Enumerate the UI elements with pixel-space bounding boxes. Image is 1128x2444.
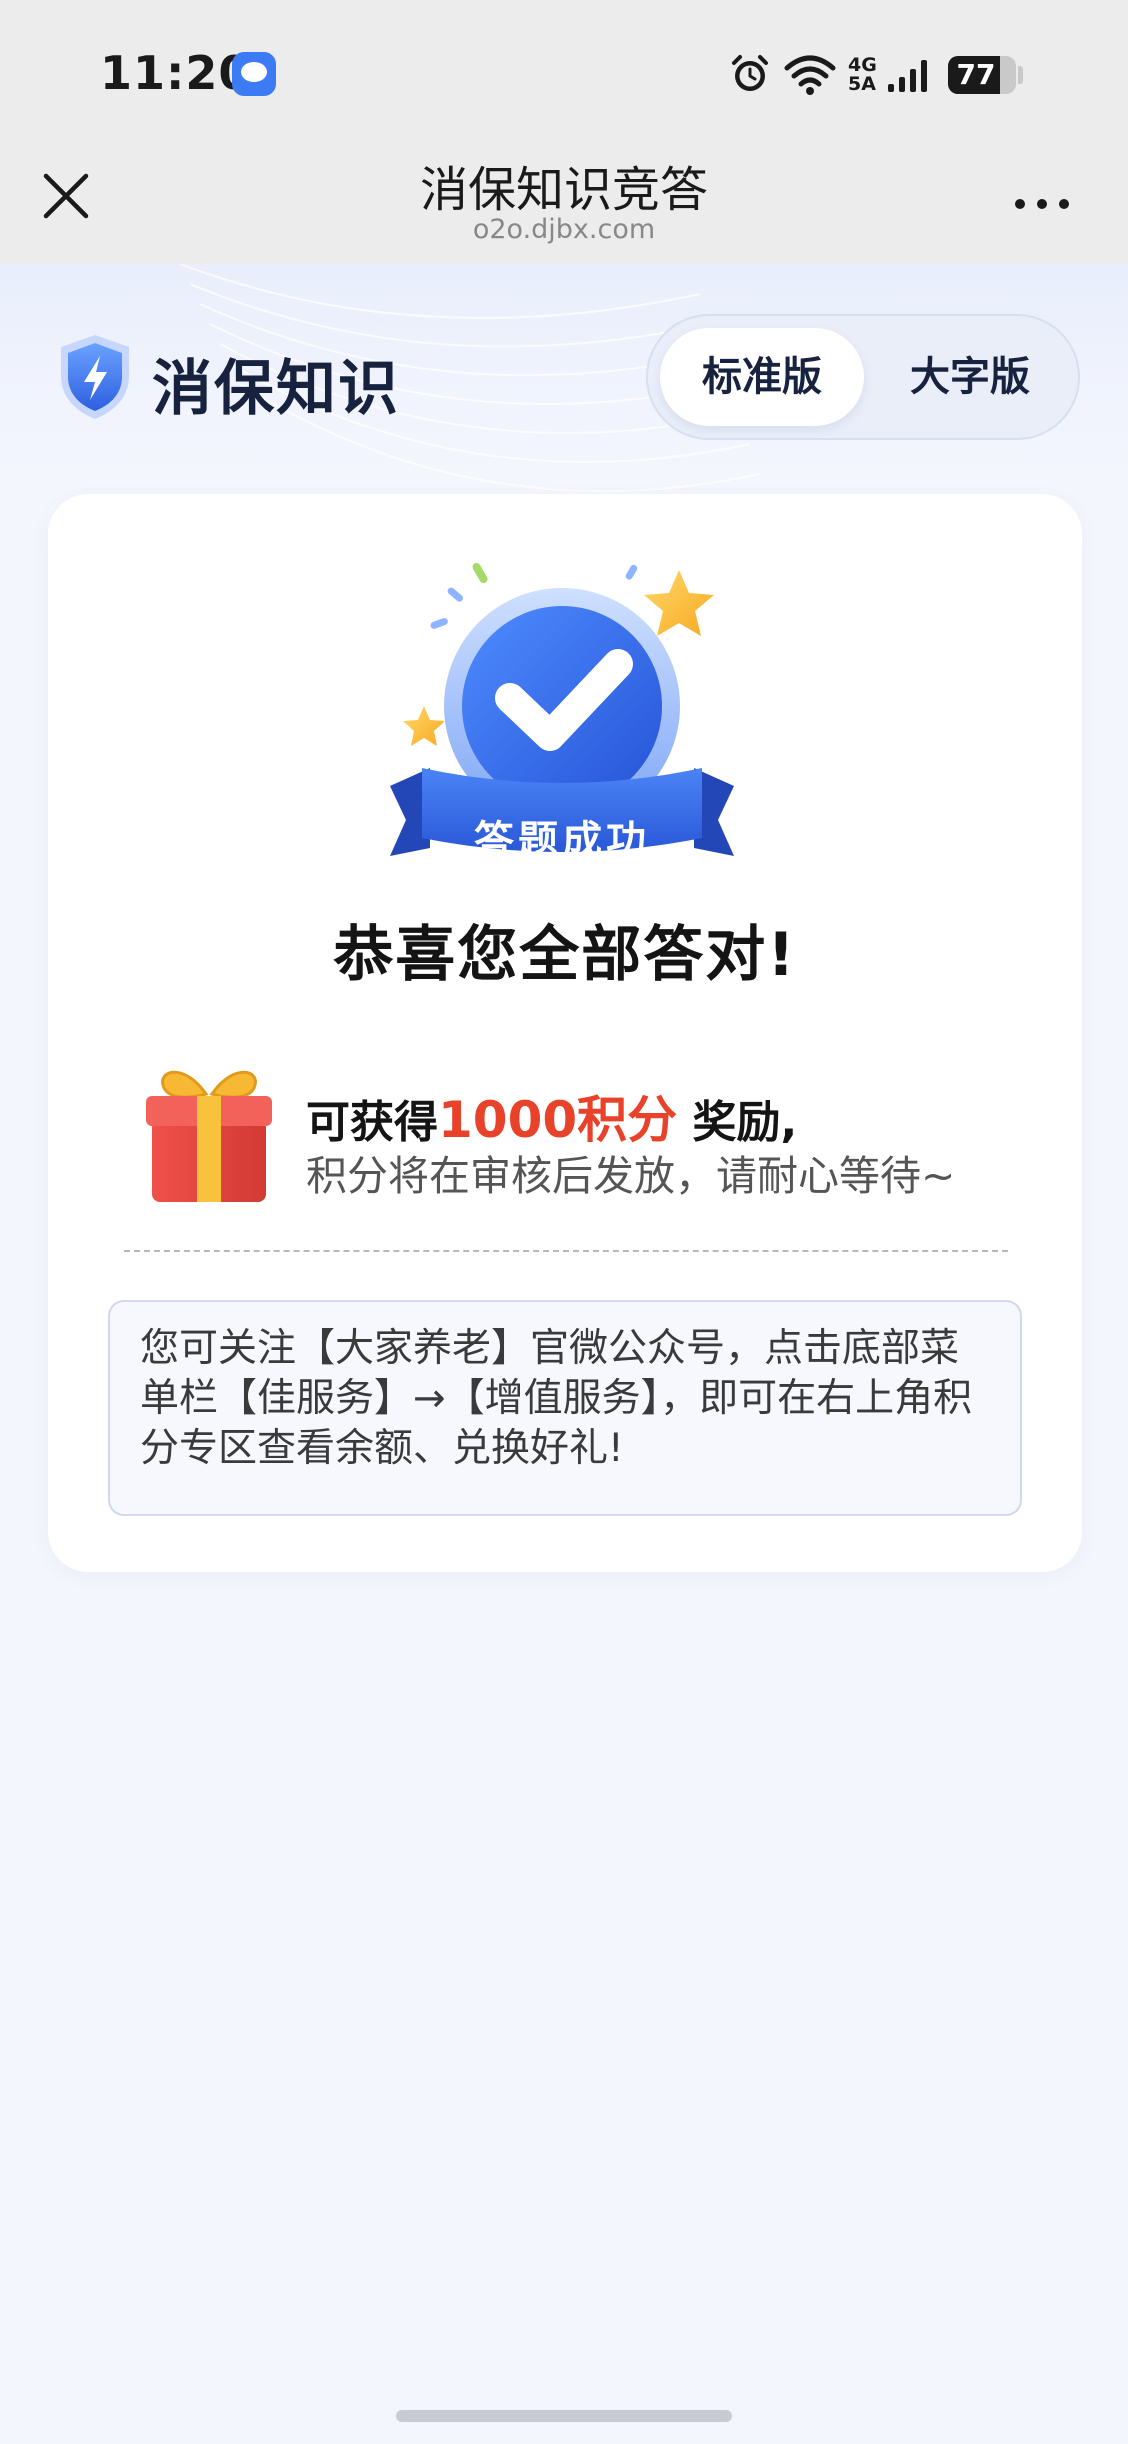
mode-switch: 标准版 大字版 bbox=[646, 314, 1080, 440]
status-bar: 11:20 4G 5A 77 bbox=[0, 0, 1128, 140]
page-header: 消保知识 标准版 大字版 bbox=[0, 264, 1128, 494]
alarm-icon bbox=[732, 55, 768, 91]
network-indicator: 4G 5A bbox=[848, 56, 877, 94]
tip-box: 您可关注【大家养老】官微公众号，点击底部菜单栏【佳服务】→【增值服务】，即可在右… bbox=[108, 1300, 1022, 1516]
congrats-text: 恭喜您全部答对! bbox=[333, 920, 797, 990]
result-card: 答题成功 恭喜您全部答对! 可获得1000积分 奖励, 积分将在审核后发放，请耐… bbox=[48, 494, 1082, 1572]
tab-large-font[interactable]: 大字版 bbox=[870, 328, 1070, 426]
brand-title: 消保知识 bbox=[152, 354, 400, 424]
shield-lightning-icon bbox=[61, 335, 129, 419]
home-indicator bbox=[396, 2410, 732, 2422]
reward-suffix: 奖励, bbox=[677, 1097, 798, 1148]
battery-icon: 77 bbox=[948, 56, 1016, 94]
message-icon bbox=[232, 52, 276, 96]
nav-bar: 消保知识竞答 o2o.djbx.com bbox=[0, 140, 1128, 264]
card-divider bbox=[124, 1250, 1008, 1252]
tab-standard[interactable]: 标准版 bbox=[660, 328, 864, 426]
gift-icon bbox=[146, 1070, 272, 1202]
battery-cap bbox=[1018, 66, 1023, 84]
page-title: 消保知识竞答 bbox=[419, 162, 708, 218]
more-icon[interactable] bbox=[1010, 184, 1074, 224]
status-time: 11:20 bbox=[100, 46, 252, 100]
reward-note: 积分将在审核后发放，请耐心等待~ bbox=[306, 1152, 956, 1200]
page-url: o2o.djbx.com bbox=[472, 214, 656, 245]
signal-icon bbox=[888, 60, 927, 92]
reward-prefix: 可获得 bbox=[306, 1097, 438, 1148]
battery-level: 77 bbox=[956, 58, 996, 91]
badge-label: 答题成功 bbox=[474, 818, 650, 864]
wifi-icon bbox=[784, 55, 836, 95]
reward-points: 1000积分 bbox=[438, 1091, 678, 1149]
network-subtype: 5A bbox=[848, 73, 876, 95]
